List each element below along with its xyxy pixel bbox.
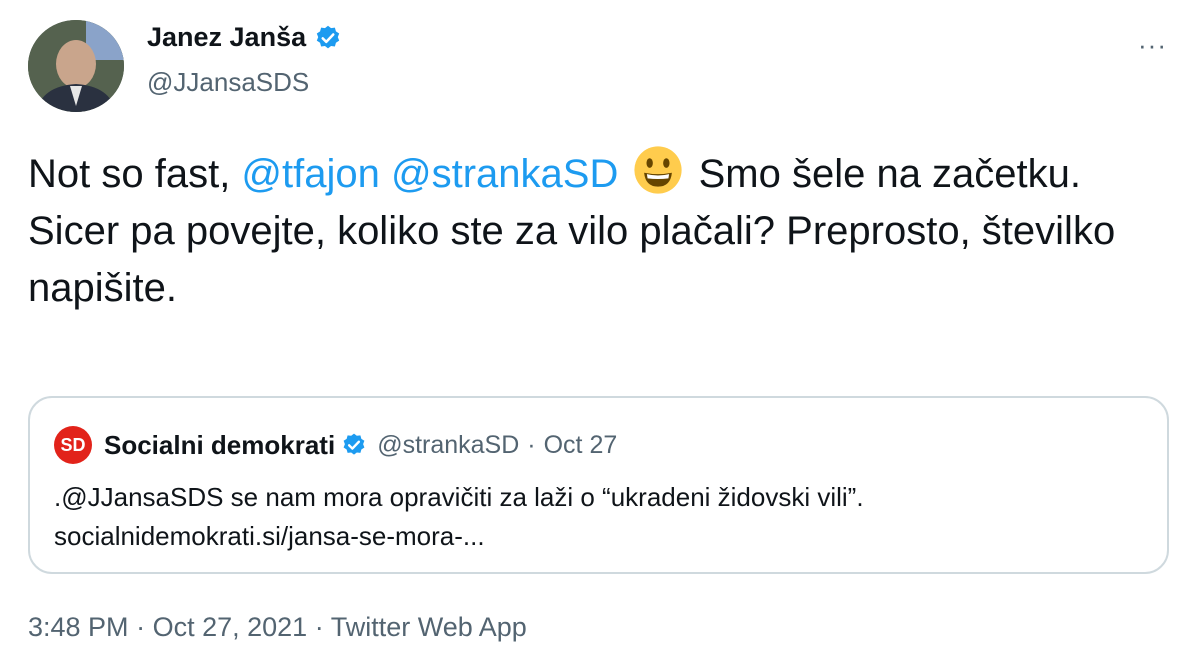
grinning-face-icon bbox=[634, 146, 683, 194]
author-display-name[interactable]: Janez Janša bbox=[147, 22, 306, 53]
tweet-footer: 3:48 PM · Oct 27, 2021 · Twitter Web App bbox=[28, 612, 527, 643]
quoted-tweet-card[interactable]: SD Socialni demokrati @strankaSD · Oct 2… bbox=[28, 396, 1169, 574]
footer-separator-1: · bbox=[136, 612, 146, 642]
tweet-text: Not so fast, @tfajon @strankaSD Smo šele… bbox=[28, 145, 1168, 317]
quoted-author-display-name[interactable]: Socialni demokrati bbox=[104, 430, 335, 461]
footer-separator-2: · bbox=[314, 612, 324, 642]
mention-tfajon[interactable]: @tfajon bbox=[241, 152, 379, 196]
tweet-time[interactable]: 3:48 PM bbox=[28, 612, 129, 642]
quoted-tweet-text: .@JJansaSDS se nam mora opravičiti za la… bbox=[54, 478, 1134, 556]
quoted-tweet-body: .@JJansaSDS se nam mora opravičiti za la… bbox=[54, 482, 864, 512]
tweet-source[interactable]: Twitter Web App bbox=[331, 612, 527, 642]
tweet-text-after-emoji: Smo šele na začetku. bbox=[687, 152, 1082, 196]
author-avatar[interactable] bbox=[28, 20, 124, 112]
quoted-tweet-date[interactable]: Oct 27 bbox=[544, 431, 618, 460]
quoted-author-avatar[interactable]: SD bbox=[54, 426, 92, 464]
tweet-date[interactable]: Oct 27, 2021 bbox=[153, 612, 308, 642]
quoted-verified-badge-icon bbox=[343, 433, 365, 455]
author-handle[interactable]: @JJansaSDS bbox=[147, 67, 309, 98]
mention-strankasd[interactable]: @strankaSD bbox=[391, 152, 618, 196]
quoted-author-handle[interactable]: @strankaSD bbox=[377, 431, 519, 460]
tweet-text-prefix: Not so fast, bbox=[28, 152, 242, 196]
tweet-text-line-2: Sicer pa povejte, koliko ste za vilo pla… bbox=[28, 209, 1116, 310]
more-options-icon[interactable]: ··· bbox=[1138, 30, 1167, 61]
quoted-meta-separator: · bbox=[527, 430, 536, 459]
verified-badge-icon bbox=[316, 25, 340, 48]
quoted-tweet-link[interactable]: socialnidemokrati.si/jansa-se-mora-... bbox=[54, 521, 485, 551]
